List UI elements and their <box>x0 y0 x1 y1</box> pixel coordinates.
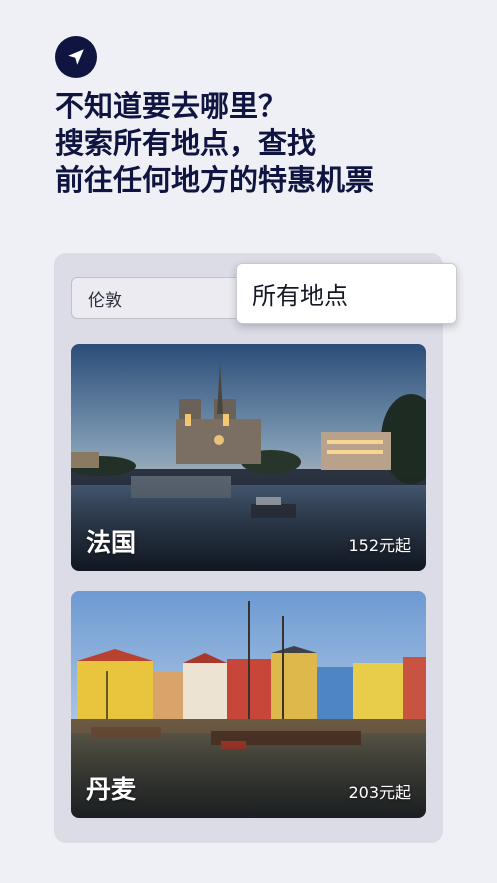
destination-dropdown[interactable]: 所有地点 <box>236 263 457 324</box>
navigation-arrow-icon <box>68 49 84 65</box>
destination-dropdown-label: 所有地点 <box>252 282 348 310</box>
origin-input[interactable]: 伦敦 <box>71 277 261 319</box>
headline-line-2: 搜索所有地点，查找 <box>55 126 317 160</box>
origin-input-value: 伦敦 <box>88 290 122 311</box>
headline-line-3: 前往任何地方的特惠机票 <box>55 163 375 197</box>
destination-name: 丹麦 <box>86 775 137 804</box>
destination-card-denmark[interactable]: 丹麦 203元起 <box>71 591 426 818</box>
destination-price: 203元起 <box>348 783 411 802</box>
headline-line-1: 不知道要去哪里？ <box>55 89 288 123</box>
page-headline: 不知道要去哪里？ 搜索所有地点，查找 前往任何地方的特惠机票 <box>55 88 455 199</box>
destination-price: 152元起 <box>348 536 411 555</box>
destination-name: 法国 <box>86 528 137 557</box>
destination-card-france[interactable]: 法国 152元起 <box>71 344 426 571</box>
navigation-badge <box>55 36 97 78</box>
